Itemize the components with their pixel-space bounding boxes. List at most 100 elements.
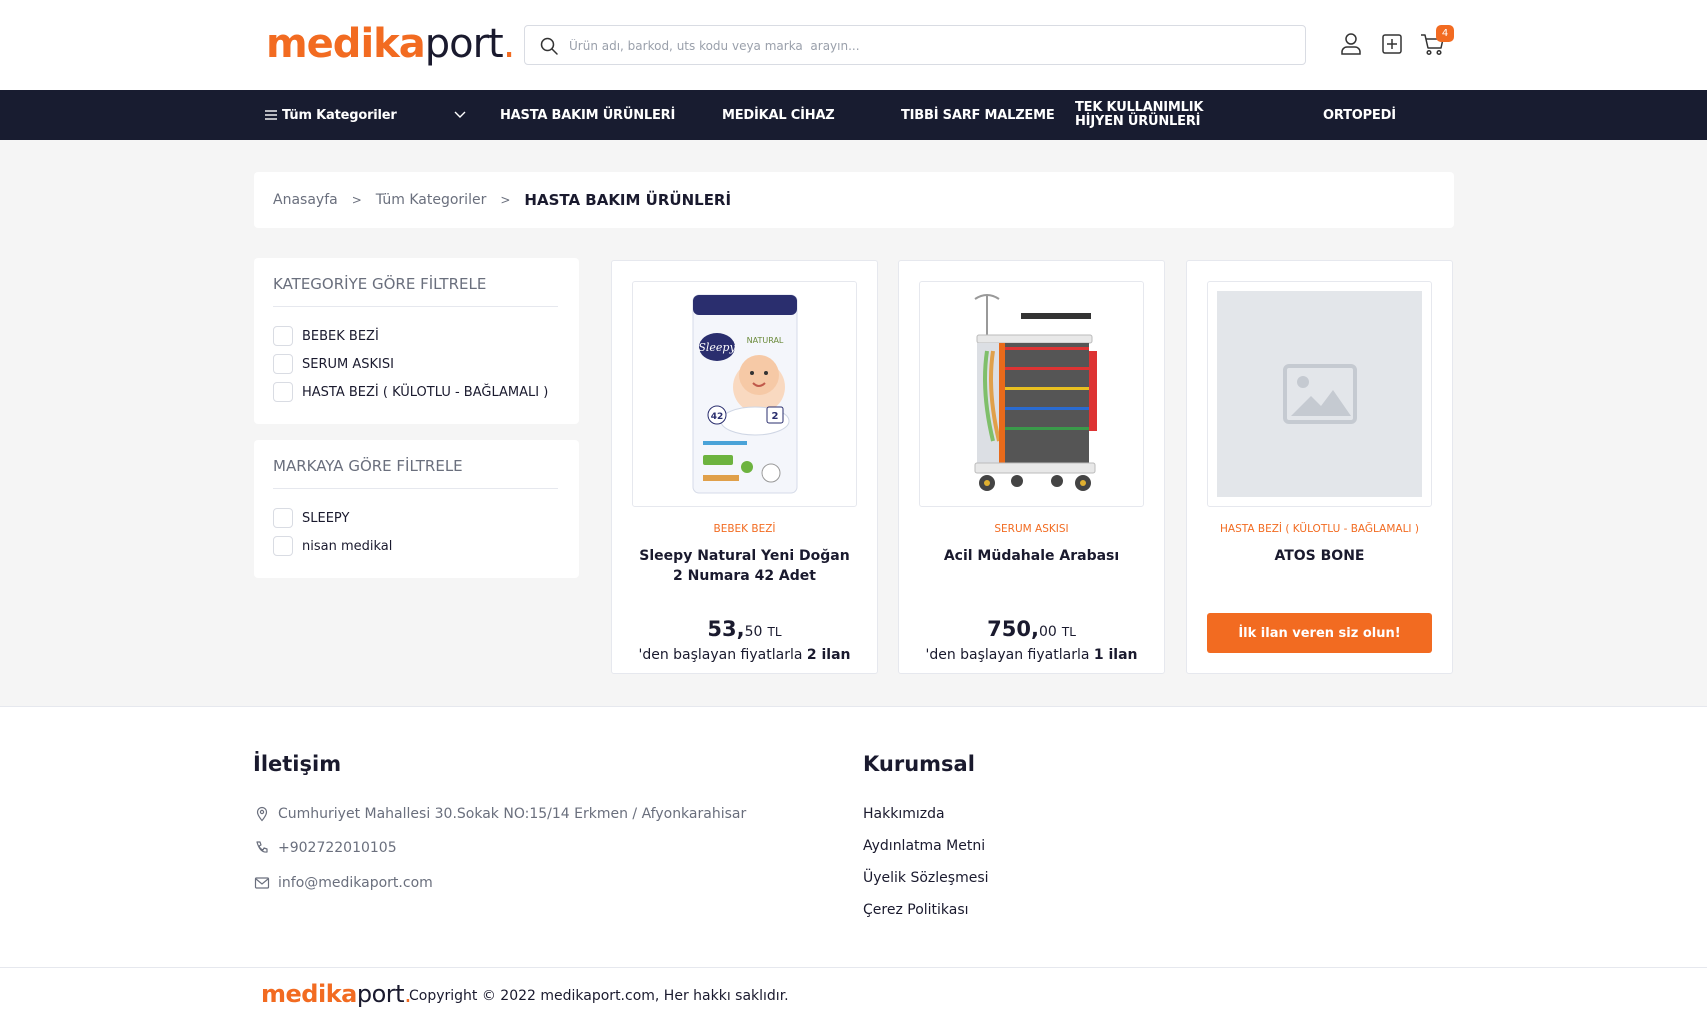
logo[interactable]: medikaport.	[266, 20, 515, 68]
contact-title: İletişim	[253, 752, 342, 776]
brand-filter-title: MARKAYA GÖRE FİLTRELE	[273, 457, 463, 475]
checkbox[interactable]	[273, 326, 293, 346]
product-title[interactable]: Acil Müdahale Arabası	[919, 546, 1144, 566]
category-option-serum-askisi[interactable]: SERUM ASKISI	[273, 354, 394, 374]
search-icon[interactable]	[539, 36, 559, 56]
price-note-text: 'den başlayan fiyatlarla	[638, 647, 803, 663]
checkbox[interactable]	[273, 382, 293, 402]
search-input[interactable]	[569, 34, 1289, 58]
product-category[interactable]: HASTA BEZİ ( KÜLOTLU - BAĞLAMALI )	[1187, 523, 1452, 535]
nav-item-tek-kullanimlik[interactable]: TEK KULLANIMLIK HİJYEN ÜRÜNLERİ	[1075, 90, 1255, 140]
footer-link-hakkimizda[interactable]: Hakkımızda	[863, 806, 945, 822]
menu-icon	[265, 110, 277, 120]
product-category[interactable]: BEBEK BEZİ	[612, 523, 877, 535]
all-categories-menu[interactable]: Tüm Kategoriler	[264, 90, 468, 140]
category-filter-panel: KATEGORİYE GÖRE FİLTRELE BEBEK BEZİ SERU…	[254, 258, 579, 424]
product-image[interactable]: Sleepy NATURAL 42 2	[632, 281, 857, 507]
contact-address: Cumhuriyet Mahallesi 30.Sokak NO:15/14 E…	[254, 806, 746, 822]
footer-link-cerez[interactable]: Çerez Politikası	[863, 902, 969, 918]
mail-icon	[254, 877, 270, 889]
contact-phone[interactable]: +902722010105	[254, 840, 397, 856]
footer-bottom-bar: medikaport. Copyright © 2022 medikaport.…	[0, 967, 1707, 1028]
price-integer: 53,	[707, 617, 745, 641]
logo-part2: port	[356, 980, 405, 1008]
option-label: SLEEPY	[302, 510, 350, 526]
listing-count[interactable]: 2 ilan	[807, 647, 851, 663]
divider	[273, 306, 558, 307]
breadcrumb-all-categories[interactable]: Tüm Kategoriler	[376, 192, 487, 208]
footer: İletişim Cumhuriyet Mahallesi 30.Sokak N…	[0, 706, 1707, 1028]
price-currency: TL	[767, 625, 782, 639]
checkbox[interactable]	[273, 536, 293, 556]
price-currency: TL	[1061, 625, 1076, 639]
email-text[interactable]: info@medikaport.com	[278, 875, 433, 891]
logo-part2: port	[424, 21, 504, 67]
nav-item-tibbi-sarf[interactable]: TIBBİ SARF MALZEME	[901, 90, 1055, 140]
price-note-text: 'den başlayan fiyatlarla	[925, 647, 1090, 663]
listing-count[interactable]: 1 ilan	[1094, 647, 1138, 663]
package-count: 42	[710, 412, 723, 422]
product-image[interactable]	[1207, 281, 1432, 507]
breadcrumb-current: HASTA BAKIM ÜRÜNLERİ	[524, 191, 732, 209]
add-square-icon[interactable]	[1378, 30, 1406, 58]
breadcrumb: Anasayfa > Tüm Kategoriler > HASTA BAKIM…	[254, 172, 1454, 228]
nav-item-hasta-bakim[interactable]: HASTA BAKIM ÜRÜNLERİ	[500, 90, 675, 140]
checkbox[interactable]	[273, 508, 293, 528]
price-note: 'den başlayan fiyatlarla 1 ilan	[899, 647, 1164, 663]
price-decimal: 00	[1038, 624, 1057, 640]
footer-link-aydinlatma[interactable]: Aydınlatma Metni	[863, 838, 985, 854]
brand-option-sleepy[interactable]: SLEEPY	[273, 508, 349, 528]
nav-item-medikal-cihaz[interactable]: MEDİKAL CİHAZ	[722, 90, 835, 140]
product-card[interactable]: Sleepy NATURAL 42 2 BEBEK BEZİ Sleepy Na…	[611, 260, 878, 674]
package-brand: Sleepy	[698, 341, 736, 354]
package-line: NATURAL	[746, 336, 783, 345]
phone-icon	[256, 841, 268, 853]
emergency-cart-image	[973, 294, 1097, 491]
location-pin-icon	[256, 806, 268, 822]
chevron-right-icon: >	[351, 193, 362, 207]
product-price: 750,00 TL	[899, 617, 1164, 641]
brand-option-nisan-medikal[interactable]: nisan medikal	[273, 536, 392, 556]
first-listing-button[interactable]: İlk ilan veren siz olun!	[1207, 613, 1432, 653]
user-icon[interactable]	[1337, 30, 1365, 58]
product-card[interactable]: SERUM ASKISI Acil Müdahale Arabası 750,0…	[898, 260, 1165, 674]
checkbox[interactable]	[273, 354, 293, 374]
price-note: 'den başlayan fiyatlarla 2 ilan	[612, 647, 877, 663]
product-title[interactable]: ATOS BONE	[1207, 546, 1432, 566]
option-label: nisan medikal	[302, 538, 393, 554]
all-categories-label: Tüm Kategoriler	[282, 107, 397, 123]
brand-filter-panel: MARKAYA GÖRE FİLTRELE SLEEPY nisan medik…	[254, 440, 579, 578]
option-label: SERUM ASKISI	[302, 356, 394, 372]
contact-email[interactable]: info@medikaport.com	[254, 875, 433, 891]
product-image[interactable]	[919, 281, 1144, 507]
option-label: HASTA BEZİ ( KÜLOTLU - BAĞLAMALI )	[302, 384, 549, 400]
price-decimal: 50	[744, 624, 763, 640]
product-price: 53,50 TL	[612, 617, 877, 641]
phone-text[interactable]: +902722010105	[278, 840, 397, 856]
chevron-down-icon	[454, 111, 466, 118]
image-placeholder-icon	[1282, 364, 1357, 424]
product-category[interactable]: SERUM ASKISI	[899, 523, 1164, 535]
footer-logo[interactable]: medikaport.	[261, 980, 412, 1008]
option-label: BEBEK BEZİ	[302, 328, 379, 344]
category-option-bebek-bezi[interactable]: BEBEK BEZİ	[273, 326, 379, 346]
copyright-text: Copyright © 2022 medikaport.com, Her hak…	[409, 988, 789, 1004]
image-placeholder	[1217, 291, 1422, 497]
main-content: Anasayfa > Tüm Kategoriler > HASTA BAKIM…	[0, 140, 1707, 706]
corporate-title: Kurumsal	[863, 752, 975, 776]
chevron-right-icon: >	[500, 193, 511, 207]
diaper-package-image: Sleepy NATURAL 42 2	[692, 294, 797, 494]
category-filter-title: KATEGORİYE GÖRE FİLTRELE	[273, 275, 487, 293]
category-option-hasta-bezi[interactable]: HASTA BEZİ ( KÜLOTLU - BAĞLAMALI )	[273, 382, 548, 402]
breadcrumb-home[interactable]: Anasayfa	[273, 192, 338, 208]
main-nav: Tüm Kategoriler HASTA BAKIM ÜRÜNLERİ MED…	[0, 90, 1707, 140]
search-bar	[524, 25, 1306, 65]
footer-link-uyelik[interactable]: Üyelik Sözleşmesi	[863, 870, 989, 886]
header: medikaport. 4	[0, 0, 1707, 90]
product-title[interactable]: Sleepy Natural Yeni Doğan 2 Numara 42 Ad…	[632, 546, 857, 586]
cart-count-badge: 4	[1436, 25, 1454, 42]
package-size: 2	[771, 411, 778, 422]
nav-item-ortopedi[interactable]: ORTOPEDİ	[1323, 90, 1396, 140]
logo-part1: medika	[261, 980, 357, 1008]
product-card[interactable]: HASTA BEZİ ( KÜLOTLU - BAĞLAMALI ) ATOS …	[1186, 260, 1453, 674]
